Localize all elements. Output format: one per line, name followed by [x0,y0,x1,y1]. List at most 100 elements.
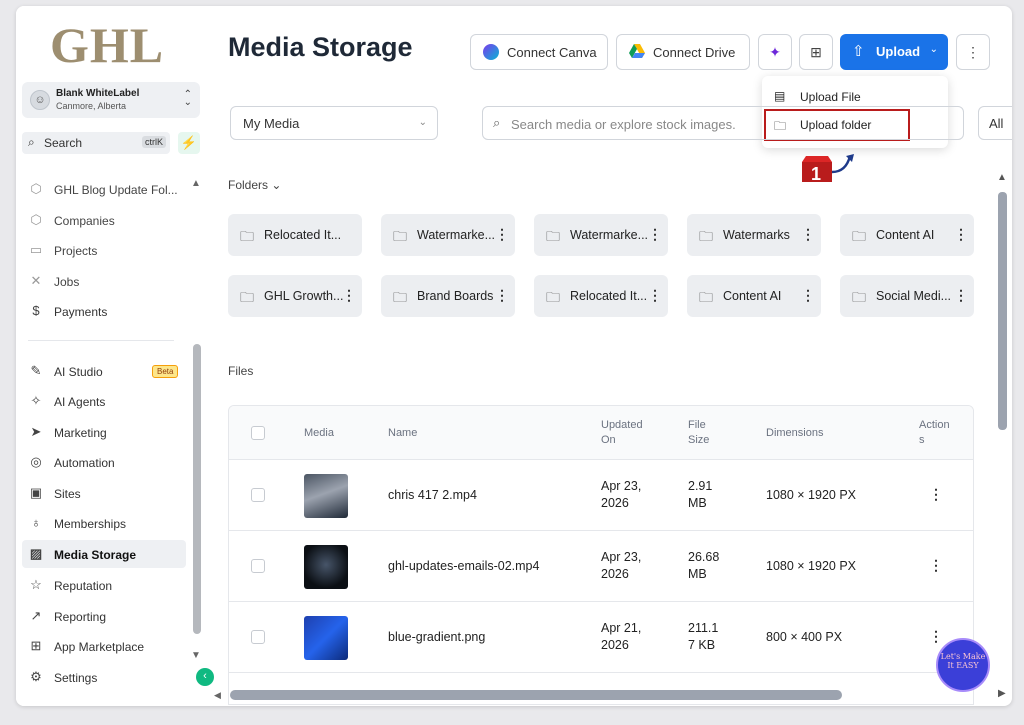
folder-menu-icon[interactable]: ⋮ [801,287,815,304]
sidebar-item-media-storage[interactable]: ▨ Media Storage [22,540,186,568]
scroll-up-icon[interactable]: ▲ [191,178,201,189]
folder-menu-icon[interactable]: ⋮ [954,287,968,304]
main-horizontal-scrollbar[interactable] [230,690,842,700]
canva-icon [483,44,499,60]
new-folder-button[interactable]: ⊞ [799,34,833,70]
media-thumbnail[interactable] [304,616,348,660]
folder-card[interactable]: 🗀 GHL Growth... ⋮ [228,275,362,317]
folder-icon: 🗀 [699,228,713,244]
folder-card[interactable]: 🗀 Relocated It... [228,214,362,256]
sidebar-item-automation[interactable]: ◎ Automation [22,448,190,476]
connect-canva-button[interactable]: Connect Canva [470,34,608,70]
folder-menu-icon[interactable]: ⋮ [342,287,356,304]
media-source-select[interactable]: My Media ⌄ [230,106,438,140]
table-row[interactable]: ghl-updates-emails-02.mp4 Apr 23, 2026 2… [229,531,973,602]
sidebar-item-ai-studio[interactable]: ✎ AI Studio Beta [22,357,190,385]
sidebar-item-reporting[interactable]: ↗ Reporting [22,602,190,630]
step-number: 1 [811,164,822,184]
sidebar-item-settings[interactable]: ⚙ Settings [22,663,190,691]
sidebar-scrollbar[interactable] [193,344,201,634]
sidebar-item-memberships[interactable]: ♁ Memberships [22,509,190,537]
chevron-updown-icon: ⌃ ⌄ [183,89,192,108]
folders-toggle[interactable]: Folders ⌄ [228,178,281,192]
sidebar-item-projects[interactable]: ▭ Projects [22,236,190,264]
scroll-right-icon[interactable]: ▶ [998,688,1006,699]
row-checkbox[interactable] [251,559,265,573]
cube-icon: ⬡ [30,212,42,227]
connect-drive-button[interactable]: Connect Drive [616,34,750,70]
folder-card[interactable]: 🗀 Social Medi... ⋮ [840,275,974,317]
sparkle-icon: ✦ [769,44,781,60]
send-icon: ➤ [30,424,42,439]
sidebar-item-reputation[interactable]: ☆ Reputation [22,571,190,599]
sidebar-item-payments[interactable]: $ Payments [22,297,190,325]
select-all-checkbox[interactable] [251,426,265,440]
folder-plus-icon: ⊞ [810,44,822,60]
table-row[interactable]: chris 417 2.mp4 Apr 23, 2026 2.91 MB 108… [229,460,973,531]
row-actions-icon[interactable]: ⋮ [929,628,943,645]
scroll-down-icon[interactable]: ▼ [191,650,201,661]
quick-actions-bolt-icon[interactable]: ⚡ [178,132,200,154]
sidebar-item-jobs[interactable]: ✕ Jobs [22,267,190,295]
kebab-icon: ⋮ [966,44,980,60]
folder-menu-icon[interactable]: ⋮ [648,226,662,243]
sidebar-search[interactable]: ⌕ Search ctrlK [22,132,170,154]
col-size[interactable]: File Size [688,418,718,448]
trend-icon: ↗ [30,608,42,623]
folder-card[interactable]: 🗀 Watermarks ⋮ [687,214,821,256]
folder-menu-icon[interactable]: ⋮ [495,226,509,243]
table-row[interactable]: blue-gradient.png Apr 21, 2026 211.1 7 K… [229,602,973,673]
folder-menu-icon[interactable]: ⋮ [954,226,968,243]
folder-card[interactable]: 🗀 Watermarke... ⋮ [381,214,515,256]
folder-card[interactable]: 🗀 Content AI ⋮ [840,214,974,256]
folder-menu-icon[interactable]: ⋮ [648,287,662,304]
folder-card[interactable]: 🗀 Content AI ⋮ [687,275,821,317]
col-name[interactable]: Name [388,426,417,441]
sidebar-item-ai-agents[interactable]: ✧ AI Agents [22,387,190,415]
col-updated[interactable]: Updated On [601,418,651,448]
folder-icon: 🗀 [546,289,560,305]
upload-button[interactable]: ⇧ Upload ⌄ [840,34,948,70]
search-icon: ⌕ [493,115,501,130]
sidebar-item-companies[interactable]: ⬡ Companies [22,206,190,234]
folder-icon: 🗀 [240,289,254,305]
automation-icon: ◎ [30,454,42,469]
folder-menu-icon[interactable]: ⋮ [801,226,815,243]
sidebar-item-app-marketplace[interactable]: ⊞ App Marketplace [22,632,190,660]
sidebar-item-sites[interactable]: ▣ Sites [22,479,190,507]
type-filter-select[interactable]: All [978,106,1012,140]
google-drive-icon [629,44,645,60]
ai-sparkle-button[interactable]: ✦ [758,34,792,70]
row-checkbox[interactable] [251,630,265,644]
folder-icon: 🗀 [393,228,407,244]
more-options-button[interactable]: ⋮ [956,34,990,70]
col-dimensions: Dimensions [766,427,824,439]
folder-card[interactable]: 🗀 Watermarke... ⋮ [534,214,668,256]
sparkle-icon: ✧ [30,393,42,408]
avatar: ☺ [30,90,50,110]
account-location: Canmore, Alberta [56,101,127,111]
sidebar-item-marketing[interactable]: ➤ Marketing [22,418,190,446]
folder-card[interactable]: 🗀 Relocated It... ⋮ [534,275,668,317]
row-actions-icon[interactable]: ⋮ [929,557,943,574]
files-table: Media Name Updated On File Size Dimensio… [228,405,974,705]
media-thumbnail[interactable] [304,545,348,589]
row-checkbox[interactable] [251,488,265,502]
main-vertical-scrollbar[interactable] [998,192,1007,430]
folder-card[interactable]: 🗀 Brand Boards ⋮ [381,275,515,317]
account-switcher[interactable]: ☺ Blank WhiteLabel Canmore, Alberta ⌃ ⌄ [22,82,200,118]
scroll-up-icon[interactable]: ▲ [997,172,1007,183]
table-header: Media Name Updated On File Size Dimensio… [229,406,973,460]
folder-menu-icon[interactable]: ⋮ [495,287,509,304]
beta-badge: Beta [152,365,179,378]
row-actions-icon[interactable]: ⋮ [929,486,943,503]
chevron-down-icon: ⌄ [418,117,427,128]
scroll-left-icon[interactable]: ◀ [214,690,221,701]
search-icon: ⌕ [28,135,35,149]
media-thumbnail[interactable] [304,474,348,518]
media-search-input[interactable]: ⌕ Search media or explore stock images. [482,106,964,140]
payments-icon: $ [32,303,40,318]
app-window: GHL ☺ Blank WhiteLabel Canmore, Alberta … [16,6,1012,706]
sidebar-item-blog-folder[interactable]: ⬡ GHL Blog Update Fol... [22,175,190,203]
collapse-sidebar-chevron-icon[interactable]: ‹ [196,668,214,686]
